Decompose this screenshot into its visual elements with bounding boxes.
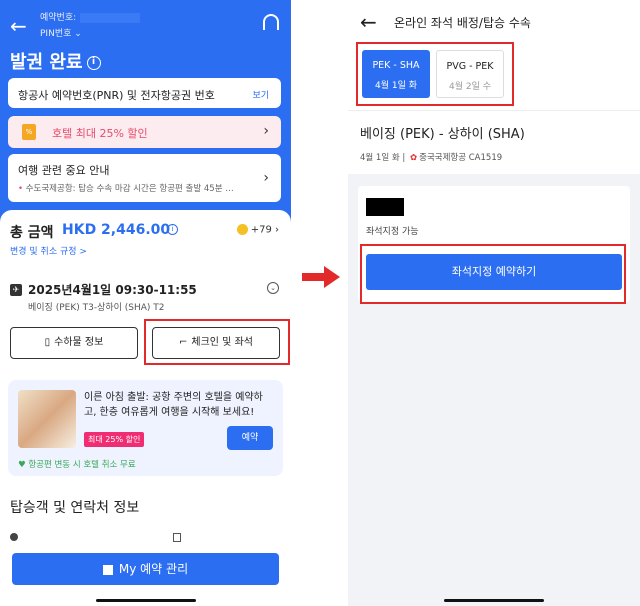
pnr-view-link[interactable]: 보기 (252, 88, 269, 101)
chevron-right-icon: › (263, 170, 269, 186)
hotel-image (18, 390, 76, 448)
flight-info: 베이징 (PEK) - 상하이 (SHA) 4월 1일 화 | ✿ 중국국제항공 … (348, 110, 640, 174)
travel-notice-card[interactable]: 여행 관련 중요 안내 • 수도국제공항: 탑승 수속 마감 시간은 항공편 출… (8, 154, 281, 202)
expand-icon[interactable]: ⌄ (267, 282, 279, 294)
flight-route: 베이징 (PEK) T3-상하이 (SHA) T2 (28, 303, 165, 313)
flight-route: 베이징 (PEK) - 상하이 (SHA) (360, 127, 525, 142)
person-icon (10, 533, 18, 541)
page-title: 발권 완료 i (10, 48, 101, 74)
flight-time: 2025년4월1일 09:30-11:55 (28, 283, 197, 297)
back-arrow-icon[interactable]: ← (10, 14, 27, 38)
airline-logo-icon: ✿ (410, 153, 418, 163)
luggage-icon: ▯ (44, 337, 51, 348)
highlight-box (144, 319, 290, 365)
reward-points[interactable]: +79 › (236, 224, 279, 236)
coupon-icon: % (22, 124, 36, 140)
top-bar: ← 예약번호: PIN번호 ⌄ (8, 8, 283, 44)
manage-booking-button[interactable]: My 예약 관리 (12, 553, 279, 585)
chevron-right-icon: › (263, 123, 269, 139)
flight-date: 4월 1일 화 | (360, 153, 406, 163)
seat-availability: 좌석지정 가능 (366, 227, 419, 237)
back-arrow-icon[interactable]: ← (360, 10, 377, 34)
left-screen: ← 예약번호: PIN번호 ⌄ 발권 완료 i 항공사 예약번호(PNR) 및 전… (0, 0, 291, 606)
highlight-box (360, 244, 626, 304)
plane-icon: ✈ (10, 284, 22, 296)
change-cancel-rules-link[interactable]: 변경 및 취소 규정 > (10, 244, 87, 257)
total-label: 총 금액 (10, 225, 54, 241)
passenger-title: 탑승객 및 연락처 정보 (10, 500, 140, 516)
discount-badge: 최대 25% 할인 (84, 432, 145, 447)
hotel-promo-banner[interactable]: % 호텔 최대 25% 할인 › (8, 116, 281, 148)
booking-details: 총 금액 HKD 2,446.00 i +79 › 변경 및 취소 규정 > ✈… (0, 210, 291, 485)
page-title: 온라인 좌석 배정/탑승 수속 (394, 16, 531, 30)
airline-info: ✿ 중국국제항공 CA1519 (410, 153, 503, 163)
passenger-section: 탑승객 및 연락처 정보 My 예약 관리 (0, 485, 291, 606)
bullet-icon: • (18, 184, 24, 194)
hotel-book-button[interactable]: 예약 (227, 426, 273, 450)
right-screen: ← 온라인 좌석 배정/탑승 수속 PEK - SHA 4월 1일 화 PVG … (348, 0, 640, 606)
pin-number[interactable]: PIN번호 ⌄ (40, 26, 82, 39)
grid-icon (102, 564, 113, 575)
total-amount: HKD 2,446.00 (62, 222, 171, 238)
hotel-offer-text: 이른 아침 출발: 공항 주변의 호텔을 예약하고, 한층 여유롭게 여행을 시… (84, 392, 263, 418)
pnr-label: 항공사 예약번호(PNR) 및 전자항공권 번호 (18, 89, 215, 102)
booking-number: 예약번호: (40, 10, 141, 23)
red-arrow-icon (302, 266, 340, 288)
coin-icon (236, 224, 248, 235)
checkin-header: ← 온라인 좌석 배정/탑승 수속 PEK - SHA 4월 1일 화 PVG … (348, 0, 640, 110)
redacted-passenger-name (366, 198, 404, 216)
redacted-booking-number (80, 12, 141, 23)
headset-icon[interactable] (263, 14, 279, 30)
home-indicator (96, 599, 196, 602)
highlight-box (356, 42, 514, 106)
info-icon[interactable]: i (167, 224, 178, 235)
info-icon[interactable]: i (86, 56, 101, 70)
notice-title: 여행 관련 중요 안내 (18, 164, 110, 177)
pnr-card[interactable]: 항공사 예약번호(PNR) 및 전자항공권 번호 보기 (8, 78, 281, 108)
hotel-offer-card[interactable]: 이른 아침 출발: 공항 주변의 호텔을 예약하고, 한층 여유롭게 여행을 시… (8, 380, 283, 476)
copy-icon[interactable] (173, 533, 181, 542)
promo-text: 호텔 최대 25% 할인 (52, 127, 148, 140)
baggage-info-button[interactable]: ▯ 수하물 정보 (10, 327, 138, 359)
home-indicator (444, 599, 544, 602)
notice-summary: • 수도국제공항: 탑승 수속 마감 시간은 항공편 출발 45분 … (18, 184, 234, 194)
free-cancel-note: ♥ 항공편 변동 시 호텔 취소 무료 (18, 460, 136, 470)
